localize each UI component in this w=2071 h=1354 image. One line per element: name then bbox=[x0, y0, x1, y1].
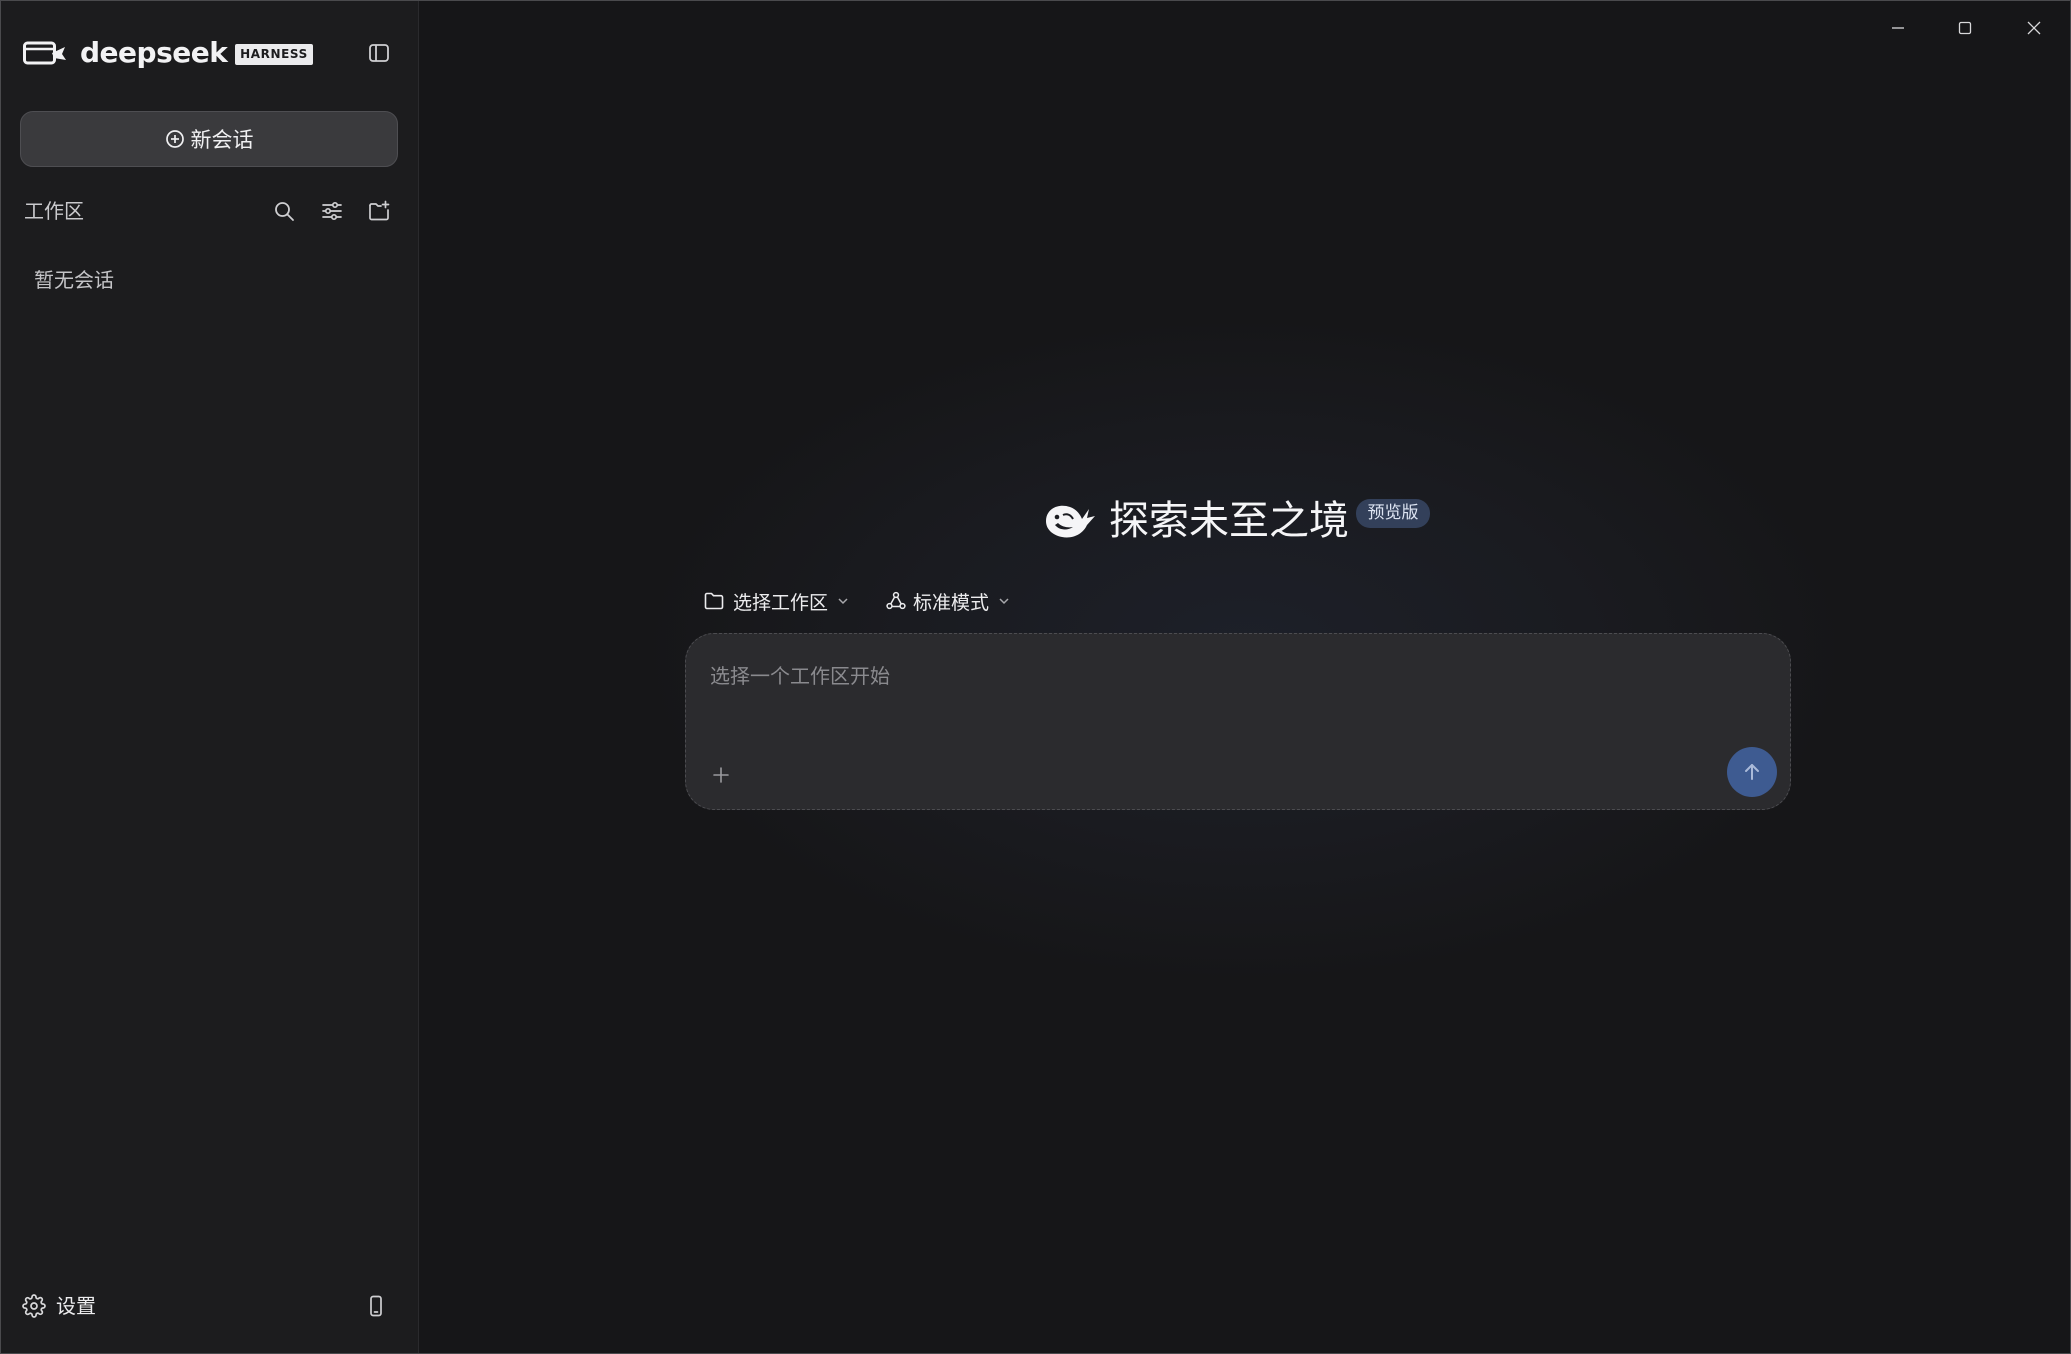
filter-sliders-icon bbox=[320, 199, 344, 223]
sidebar: deepseek HARNESS 新会话 工作区 暂无会话 设置 bbox=[0, 0, 419, 1354]
whale-icon bbox=[1041, 497, 1097, 543]
empty-conversations-text: 暂无会话 bbox=[34, 268, 114, 292]
send-button[interactable] bbox=[1727, 747, 1777, 797]
workspace-section-label: 工作区 bbox=[24, 199, 84, 223]
maximize-button[interactable] bbox=[1953, 16, 1977, 40]
mode-select[interactable]: 标准模式 bbox=[885, 586, 1011, 616]
message-input[interactable] bbox=[710, 656, 1760, 696]
workspace-search-button[interactable] bbox=[271, 198, 297, 224]
deepseek-harness-logo-icon bbox=[22, 39, 68, 67]
preview-badge: 预览版 bbox=[1356, 499, 1430, 528]
phone-icon bbox=[364, 1294, 388, 1318]
workspace-select[interactable]: 选择工作区 bbox=[703, 586, 850, 616]
workspace-select-label: 选择工作区 bbox=[733, 591, 829, 614]
brand-name: deepseek bbox=[80, 36, 228, 69]
settings-label: 设置 bbox=[56, 1294, 96, 1318]
chevron-down-icon bbox=[997, 594, 1011, 608]
sidebar-toggle-icon bbox=[367, 41, 391, 65]
brand-badge: HARNESS bbox=[235, 44, 313, 65]
hero-title: 探索未至之境 bbox=[1109, 498, 1349, 544]
new-chat-button[interactable]: 新会话 bbox=[20, 111, 398, 167]
arrow-up-icon bbox=[1740, 760, 1764, 784]
chevron-down-icon bbox=[836, 594, 850, 608]
mobile-button[interactable] bbox=[363, 1293, 389, 1319]
minimize-icon bbox=[1890, 20, 1906, 36]
workspace-filter-button[interactable] bbox=[319, 198, 345, 224]
new-chat-label: 新会话 bbox=[190, 128, 254, 152]
close-button[interactable] bbox=[2022, 16, 2046, 40]
close-icon bbox=[2026, 20, 2042, 36]
plus-icon bbox=[711, 765, 731, 785]
folder-icon bbox=[703, 590, 725, 612]
mode-nodes-icon bbox=[885, 590, 907, 612]
minimize-button[interactable] bbox=[1886, 16, 1910, 40]
gear-icon bbox=[22, 1294, 46, 1318]
attach-button[interactable] bbox=[705, 759, 737, 791]
message-composer bbox=[685, 633, 1791, 810]
plus-circle-icon bbox=[165, 129, 185, 149]
search-icon bbox=[272, 199, 296, 223]
new-folder-icon bbox=[367, 199, 391, 223]
mode-select-label: 标准模式 bbox=[913, 591, 990, 614]
sidebar-toggle-button[interactable] bbox=[365, 39, 393, 67]
new-workspace-button[interactable] bbox=[366, 198, 392, 224]
maximize-icon bbox=[1957, 20, 1973, 36]
settings-button[interactable]: 设置 bbox=[22, 1291, 112, 1321]
